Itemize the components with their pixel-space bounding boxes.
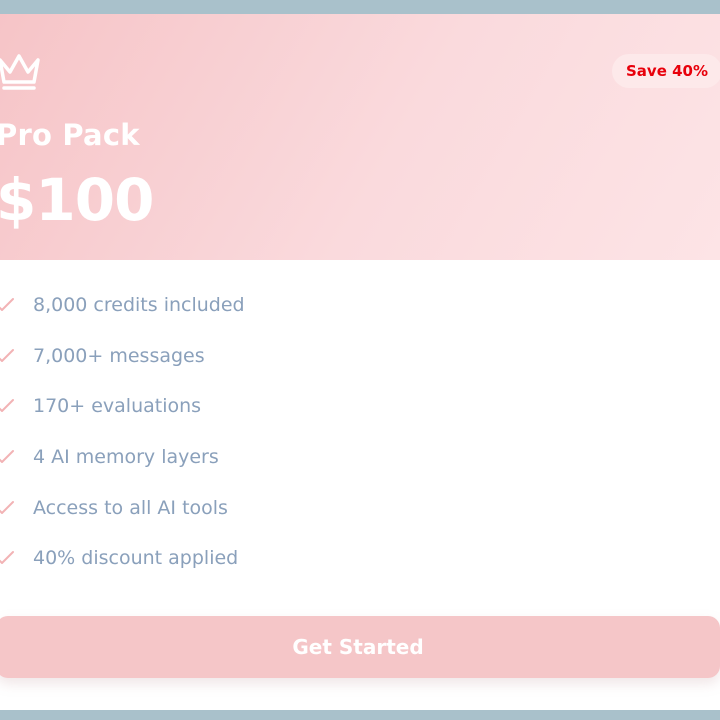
- check-icon: [0, 298, 14, 311]
- feature-item: 7,000+ messages: [0, 341, 696, 371]
- feature-item: 8,000 credits included: [0, 290, 696, 320]
- plan-price: $100: [0, 166, 154, 234]
- top-frame-strip: [0, 0, 720, 14]
- feature-text: Access to all AI tools: [33, 497, 228, 519]
- get-started-button[interactable]: Get Started: [0, 616, 720, 678]
- feature-text: 8,000 credits included: [33, 294, 245, 316]
- pricing-card: Save 40% Pro Pack $100 8,000 credits inc…: [0, 14, 720, 710]
- feature-item: 4 AI memory layers: [0, 442, 696, 472]
- check-icon: [0, 501, 14, 514]
- check-icon: [0, 399, 14, 412]
- feature-item: 40% discount applied: [0, 543, 696, 573]
- plan-name: Pro Pack: [0, 118, 140, 152]
- check-icon: [0, 349, 14, 362]
- crown-icon: [0, 54, 40, 90]
- feature-text: 40% discount applied: [33, 547, 239, 569]
- save-badge: Save 40%: [612, 54, 720, 88]
- feature-text: 170+ evaluations: [33, 395, 202, 417]
- feature-item: 170+ evaluations: [0, 391, 696, 421]
- check-icon: [0, 450, 14, 463]
- feature-item: Access to all AI tools: [0, 493, 696, 523]
- check-icon: [0, 551, 14, 564]
- card-header: Save 40% Pro Pack $100: [0, 14, 720, 260]
- feature-text: 4 AI memory layers: [33, 446, 219, 468]
- feature-text: 7,000+ messages: [33, 345, 205, 367]
- bottom-frame-strip: [0, 710, 720, 720]
